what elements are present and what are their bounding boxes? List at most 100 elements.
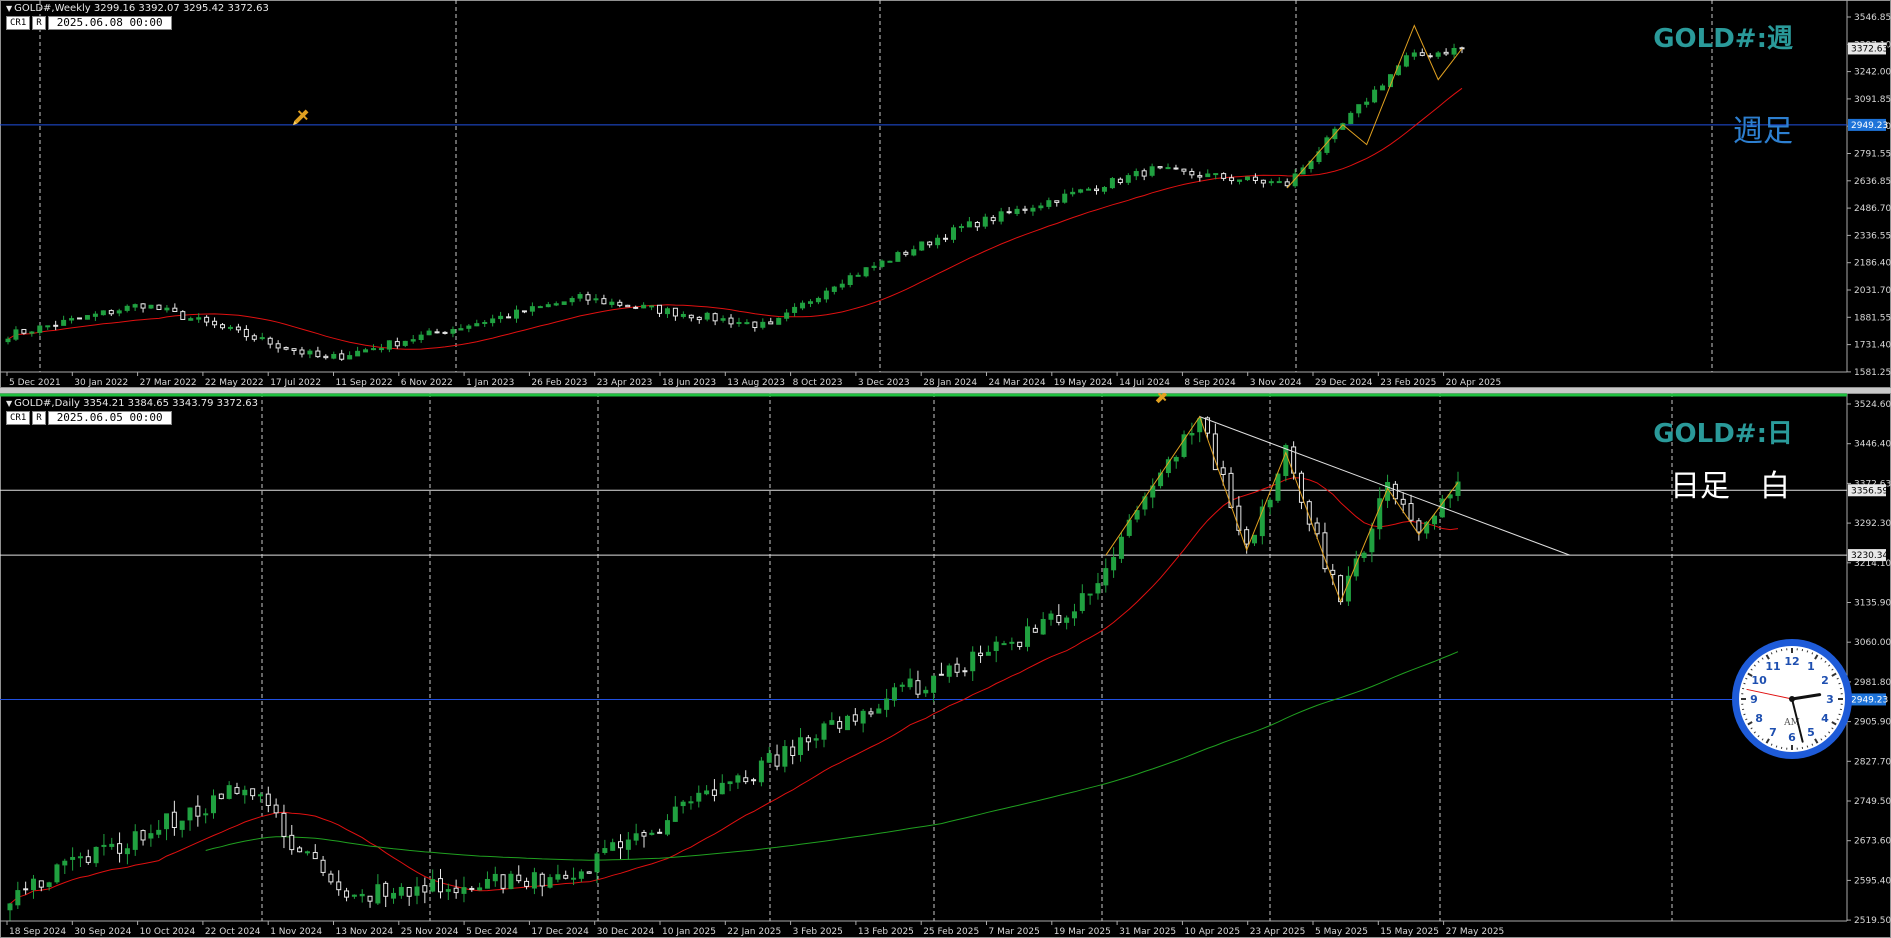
bear-candle — [521, 310, 527, 313]
bull-candle — [1356, 104, 1362, 114]
bull-candle — [1244, 176, 1250, 181]
bull-candle — [1025, 626, 1031, 647]
price-axis-label: 3446.40 — [1854, 440, 1891, 450]
collapse-triangle-icon[interactable]: ▼ — [6, 399, 12, 408]
bull-candle — [993, 641, 999, 652]
bull-candle — [1165, 167, 1171, 170]
bear-candle — [336, 881, 342, 891]
bear-candle — [868, 711, 874, 715]
daily-support-price-tag: 3230.34 — [1851, 551, 1888, 561]
clock-tick — [1838, 713, 1841, 716]
bull-candle — [1451, 47, 1457, 55]
bull-candle — [876, 708, 882, 714]
bear-candle — [1017, 641, 1023, 648]
bear-candle — [728, 317, 734, 325]
bull-candle — [426, 330, 432, 336]
bull-candle — [891, 687, 897, 701]
bear-candle — [21, 328, 27, 334]
bull-candle — [62, 860, 68, 866]
bear-candle — [235, 326, 241, 331]
bull-candle — [1001, 643, 1007, 646]
bull-candle — [77, 856, 83, 859]
time-axis-label: 19 May 2024 — [1054, 378, 1113, 388]
bull-candle — [1125, 175, 1131, 183]
weekly-info-line: ▼ GOLD#,Weekly 3299.16 3392.07 3295.42 33… — [6, 3, 269, 14]
bull-candle — [633, 833, 639, 841]
bull-candle — [1009, 641, 1015, 644]
bull-candle — [831, 286, 837, 292]
price-axis-label: 2031.70 — [1854, 286, 1891, 296]
bull-candle — [70, 856, 76, 860]
time-axis-label: 10 Apr 2025 — [1184, 927, 1240, 937]
bull-candle — [414, 886, 420, 896]
bull-candle — [863, 267, 869, 277]
bear-candle — [140, 303, 146, 309]
bull-candle — [1435, 52, 1441, 57]
bull-candle — [474, 323, 480, 327]
bear-candle — [962, 670, 968, 673]
time-axis-label: 3 Dec 2023 — [858, 378, 910, 388]
weekly-chart-canvas[interactable]: 3546.853397.103242.003091.852941.702791.… — [0, 0, 1891, 388]
bear-candle — [1032, 627, 1038, 633]
bear-candle — [422, 885, 428, 893]
bull-candle — [958, 226, 964, 229]
bull-candle — [923, 689, 929, 694]
bear-candle — [344, 890, 350, 898]
bear-candle — [943, 237, 949, 240]
collapse-triangle-icon[interactable]: ▼ — [6, 4, 12, 13]
clock-number: 9 — [1750, 693, 1758, 706]
bear-candle — [618, 841, 624, 849]
clock-number: 3 — [1826, 693, 1834, 706]
bear-candle — [273, 804, 279, 814]
bear-candle — [204, 316, 210, 323]
bull-candle — [602, 848, 608, 853]
daily-chart-canvas[interactable]: 3524.603446.403372.633292.303214.103135.… — [0, 393, 1891, 938]
clock-number: 10 — [1751, 674, 1767, 687]
bear-candle — [267, 337, 273, 345]
cr1-badge[interactable]: CR1 — [6, 411, 31, 425]
bull-candle — [561, 301, 567, 305]
bear-candle — [768, 321, 774, 325]
r-badge[interactable]: R — [32, 16, 46, 30]
daily-chart-pane[interactable]: 3524.603446.403372.633292.303214.103135.… — [0, 393, 1891, 938]
bull-candle — [895, 252, 901, 262]
bull-candle — [884, 698, 890, 710]
bull-candle — [93, 846, 99, 864]
bull-candle — [370, 348, 376, 351]
bull-candle — [696, 792, 702, 802]
price-axis-label: 2519.50 — [1854, 916, 1891, 926]
bull-candle — [304, 851, 310, 854]
bull-candle — [821, 723, 827, 740]
bull-candle — [823, 290, 829, 300]
bear-candle — [751, 779, 757, 782]
bull-candle — [7, 903, 13, 911]
bear-candle — [53, 324, 59, 327]
price-axis-label: 2827.70 — [1854, 757, 1891, 767]
bull-candle — [46, 882, 52, 887]
cr1-badge[interactable]: CR1 — [6, 16, 31, 30]
bull-candle — [1086, 188, 1092, 191]
bull-candle — [839, 283, 845, 288]
r-badge[interactable]: R — [32, 411, 46, 425]
bull-candle — [148, 833, 154, 839]
bear-candle — [85, 856, 91, 863]
trendline — [1199, 416, 1571, 556]
bear-candle — [1392, 483, 1398, 500]
clock-tick — [1806, 745, 1809, 748]
bull-candle — [1071, 611, 1077, 619]
price-axis-label: 1731.40 — [1854, 341, 1891, 351]
weekly-chart-pane[interactable]: 3546.853397.103242.003091.852941.702791.… — [0, 0, 1891, 388]
weekly-blue-line-price-tag: 2949.23 — [1851, 121, 1888, 131]
clock-tick — [1775, 650, 1778, 653]
bull-candle — [847, 275, 853, 286]
bull-candle — [15, 890, 21, 906]
crosshair-time-label: 2025.06.05 00:00 — [47, 411, 172, 425]
bull-candle — [226, 785, 232, 799]
bull-candle — [569, 297, 575, 303]
time-axis-label: 31 Mar 2025 — [1119, 927, 1176, 937]
bull-candle — [1361, 552, 1367, 559]
bull-candle — [54, 864, 60, 883]
bull-candle — [813, 738, 819, 741]
bear-candle — [437, 878, 443, 893]
bear-candle — [617, 301, 623, 306]
